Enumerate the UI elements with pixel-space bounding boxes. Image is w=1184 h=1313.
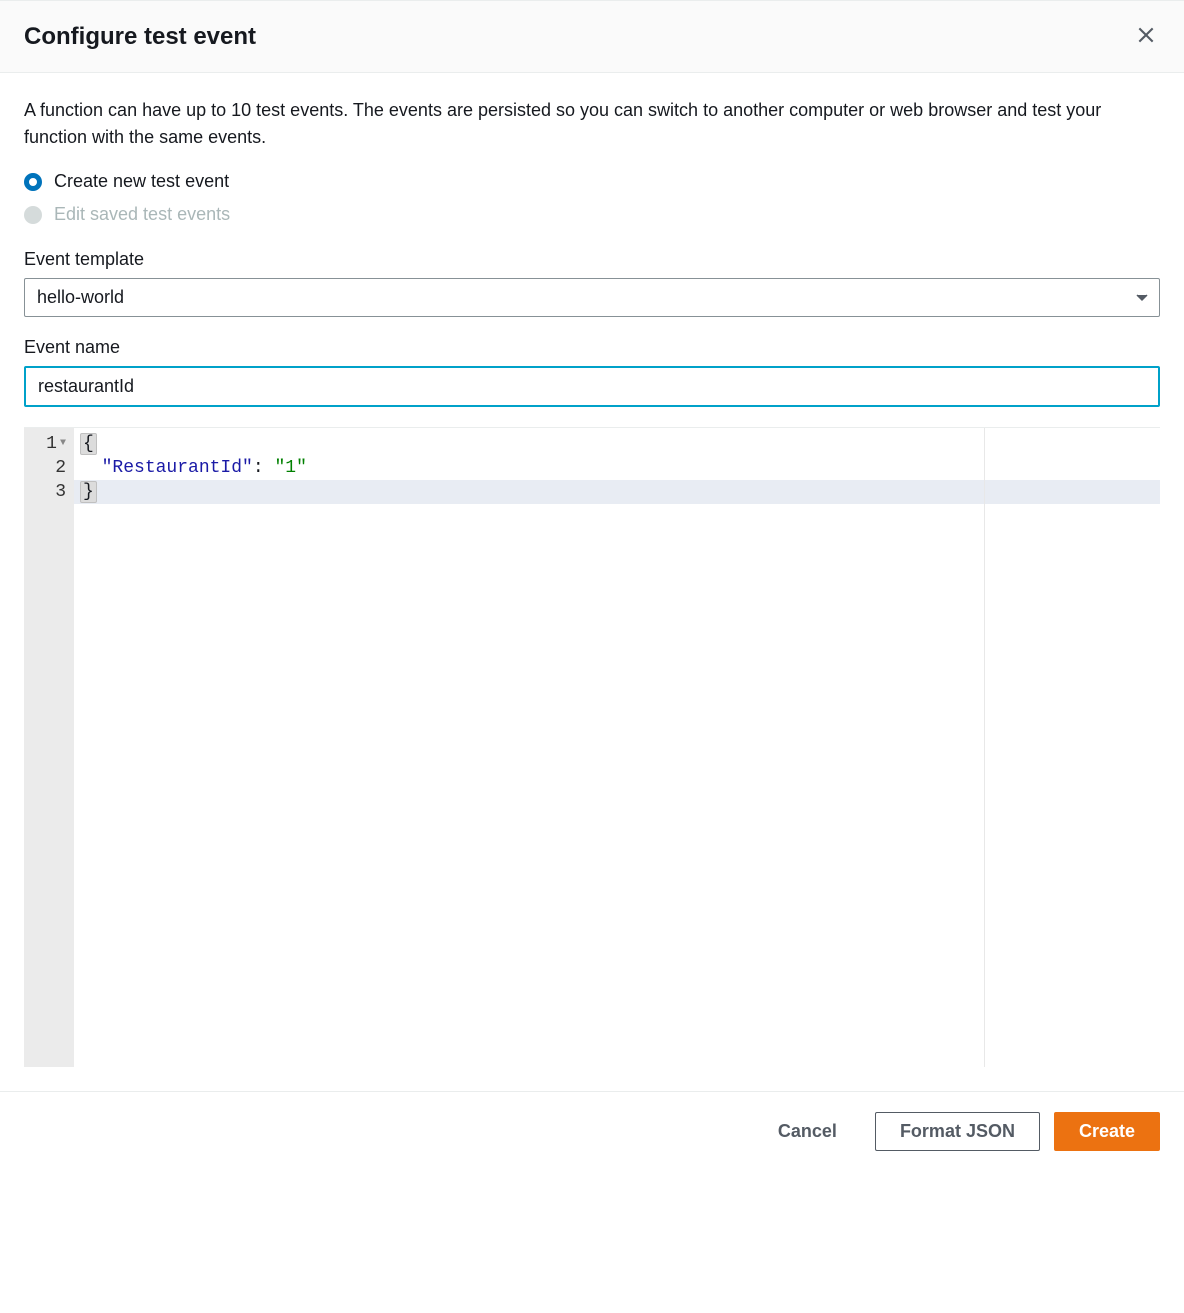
configure-test-event-modal: Configure test event A function can have… — [0, 0, 1184, 1171]
editor-content[interactable]: { "RestaurantId": "1" } — [74, 428, 1160, 1067]
gutter-line-3: 3 — [36, 480, 66, 504]
radio-disabled-icon — [24, 206, 42, 224]
print-margin — [984, 428, 985, 1067]
event-name-group: Event name — [24, 337, 1160, 407]
modal-title: Configure test event — [24, 23, 256, 51]
event-template-group: Event template hello-world — [24, 249, 1160, 317]
close-icon — [1136, 25, 1156, 45]
event-name-label: Event name — [24, 337, 1160, 358]
event-name-input[interactable] — [24, 366, 1160, 407]
event-template-value: hello-world — [24, 278, 1160, 317]
fold-icon[interactable]: ▼ — [60, 432, 66, 456]
code-line-1: { — [74, 432, 1160, 456]
modal-description: A function can have up to 10 test events… — [24, 97, 1160, 151]
cancel-button[interactable]: Cancel — [754, 1113, 861, 1150]
format-json-button[interactable]: Format JSON — [875, 1112, 1040, 1151]
radio-edit-saved-events: Edit saved test events — [24, 204, 1160, 225]
code-line-3: } — [74, 480, 1160, 504]
event-template-select[interactable]: hello-world — [24, 278, 1160, 317]
editor-gutter: 1▼ 2 3 — [24, 428, 74, 1067]
json-code-editor[interactable]: 1▼ 2 3 { "RestaurantId": "1" } — [24, 427, 1160, 1067]
event-mode-radio-group: Create new test event Edit saved test ev… — [24, 171, 1160, 225]
radio-edit-label: Edit saved test events — [54, 204, 230, 225]
event-template-label: Event template — [24, 249, 1160, 270]
radio-create-new-event[interactable]: Create new test event — [24, 171, 1160, 192]
gutter-line-1: 1▼ — [36, 432, 66, 456]
radio-create-label: Create new test event — [54, 171, 229, 192]
modal-header: Configure test event — [0, 0, 1184, 73]
modal-body: A function can have up to 10 test events… — [0, 73, 1184, 1091]
create-button[interactable]: Create — [1054, 1112, 1160, 1151]
radio-selected-icon — [24, 173, 42, 191]
gutter-line-2: 2 — [36, 456, 66, 480]
close-button[interactable] — [1132, 21, 1160, 52]
code-line-2: "RestaurantId": "1" — [74, 456, 1160, 480]
modal-footer: Cancel Format JSON Create — [0, 1091, 1184, 1171]
